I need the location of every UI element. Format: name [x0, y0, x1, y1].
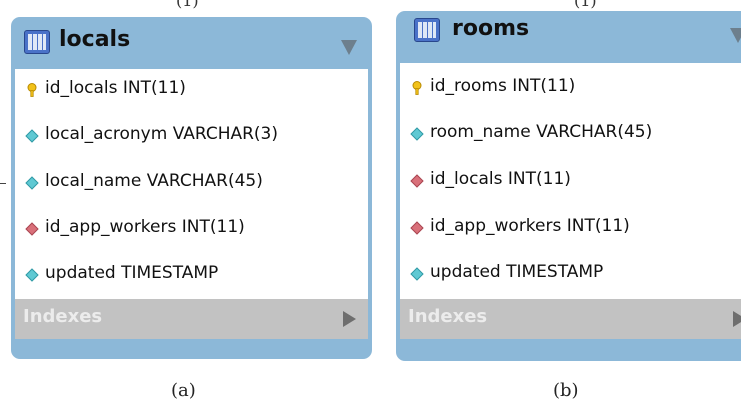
collapse-triangle-icon[interactable] — [730, 28, 741, 43]
table-header[interactable]: rooms — [396, 11, 741, 63]
indexes-label: Indexes — [408, 306, 488, 327]
table-rooms[interactable]: rooms id_rooms INT(11) room_name VARCHAR… — [396, 11, 741, 361]
primary-key-icon — [27, 83, 37, 97]
indexes-bar[interactable]: Indexes — [400, 299, 741, 339]
column-list: id_locals INT(11) local_acronym VARCHAR(… — [15, 69, 368, 299]
expand-triangle-icon[interactable] — [733, 311, 741, 327]
column-text: updated TIMESTAMP — [430, 262, 604, 282]
indexes-bar[interactable]: Indexes — [15, 299, 368, 339]
indexes-label: Indexes — [23, 306, 103, 327]
column-text: local_acronym VARCHAR(3) — [45, 124, 279, 144]
column-text: id_locals INT(11) — [45, 78, 186, 98]
column-text: updated TIMESTAMP — [45, 263, 219, 283]
top-fragment-b: (1) — [574, 0, 597, 10]
column-list: id_rooms INT(11) room_name VARCHAR(45) i… — [400, 63, 741, 299]
top-fragment-a: (1) — [176, 0, 199, 10]
column-row[interactable]: local_acronym VARCHAR(3) — [15, 121, 368, 149]
column-row[interactable]: id_rooms INT(11) — [400, 73, 741, 101]
column-row[interactable]: updated TIMESTAMP — [15, 260, 368, 288]
foreign-key-icon — [25, 222, 39, 236]
column-icon — [25, 176, 39, 190]
column-row[interactable]: id_app_workers INT(11) — [15, 214, 368, 242]
primary-key-icon — [412, 81, 422, 95]
caption-a: (a) — [171, 380, 196, 401]
foreign-key-icon — [410, 174, 424, 188]
column-text: id_rooms INT(11) — [430, 76, 576, 96]
table-icon — [24, 30, 50, 54]
table-title: locals — [59, 27, 131, 52]
column-text: local_name VARCHAR(45) — [45, 171, 263, 191]
column-row[interactable]: local_name VARCHAR(45) — [15, 168, 368, 196]
column-icon — [25, 268, 39, 282]
column-row[interactable]: updated TIMESTAMP — [400, 259, 741, 287]
column-text: id_app_workers INT(11) — [430, 216, 630, 236]
column-text: id_app_workers INT(11) — [45, 217, 245, 237]
table-locals[interactable]: locals id_locals INT(11) local_acronym V… — [11, 17, 372, 359]
column-row[interactable]: id_locals INT(11) — [15, 75, 368, 103]
table-title: rooms — [452, 16, 530, 41]
column-text: room_name VARCHAR(45) — [430, 122, 653, 142]
caption-b: (b) — [553, 380, 579, 401]
column-icon — [25, 129, 39, 143]
column-row[interactable]: id_app_workers INT(11) — [400, 213, 741, 241]
edge-tick — [0, 183, 6, 184]
column-icon — [410, 267, 424, 281]
column-row[interactable]: room_name VARCHAR(45) — [400, 119, 741, 147]
foreign-key-icon — [410, 221, 424, 235]
column-icon — [410, 127, 424, 141]
collapse-triangle-icon[interactable] — [341, 40, 357, 55]
column-row[interactable]: id_locals INT(11) — [400, 166, 741, 194]
column-text: id_locals INT(11) — [430, 169, 571, 189]
table-icon — [414, 18, 440, 42]
table-header[interactable]: locals — [11, 17, 372, 69]
expand-triangle-icon[interactable] — [343, 311, 356, 327]
